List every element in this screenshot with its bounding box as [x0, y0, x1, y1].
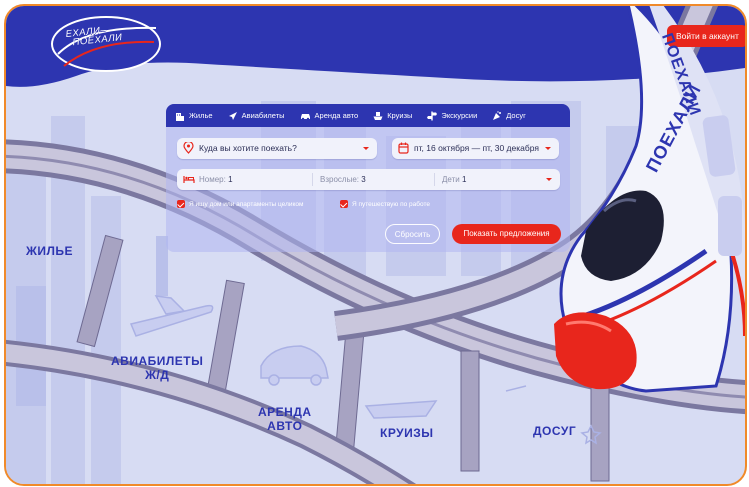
checkbox-checked-icon	[340, 200, 348, 208]
search-tabs: Жилье Авиабилеты Аренда авто Круизы Экск…	[166, 104, 570, 127]
tab-excursions-label: Экскурсии	[441, 111, 478, 120]
adults-value: 3	[361, 175, 366, 184]
chevron-down-icon	[546, 178, 552, 181]
checkbox-checked-icon	[177, 200, 185, 208]
entire-home-checkbox[interactable]: Я ищу дом или апартаменты целиком	[177, 200, 304, 208]
children-segment[interactable]: Дети 1	[442, 169, 466, 190]
category-flights-line1: АВИАБИЛЕТЫ	[111, 354, 204, 368]
destination-placeholder: Куда вы хотите поехать?	[199, 143, 297, 153]
dates-input[interactable]: пт, 16 октября — пт, 30 декабря	[392, 138, 559, 159]
rooms-label: Номер:	[199, 175, 226, 184]
dates-value: пт, 16 октября — пт, 30 декабря	[414, 143, 539, 153]
party-popper-icon	[493, 110, 502, 120]
map-pin-icon	[183, 142, 194, 154]
chevron-down-icon	[363, 147, 369, 150]
tab-flights[interactable]: Авиабилеты	[228, 111, 285, 121]
signpost-icon	[427, 111, 438, 120]
airplane-icon	[228, 111, 237, 120]
divider	[434, 173, 435, 186]
business-trip-label: Я путешествую по работе	[352, 200, 430, 208]
category-flights-line2: Ж/Д	[145, 368, 170, 382]
adults-label: Взрослые:	[320, 175, 359, 184]
adults-segment[interactable]: Взрослые: 3	[320, 169, 366, 190]
page-frame: ЕХАЛИ– ПОЕХАЛИ Войти в аккаунт Жилье Ави…	[4, 4, 747, 486]
tab-housing-label: Жилье	[189, 111, 213, 120]
destination-input[interactable]: Куда вы хотите поехать?	[177, 138, 377, 159]
tab-flights-label: Авиабилеты	[241, 111, 285, 120]
tab-cruises-label: Круизы	[387, 111, 413, 120]
category-housing[interactable]: ЖИЛЬЕ	[26, 244, 73, 258]
tab-housing[interactable]: Жилье	[175, 111, 213, 121]
category-cruises[interactable]: КРУИЗЫ	[380, 426, 434, 440]
search-panel: Жилье Авиабилеты Аренда авто Круизы Экск…	[166, 104, 570, 252]
business-trip-checkbox[interactable]: Я путешествую по работе	[340, 200, 430, 208]
chevron-down-icon	[545, 147, 551, 150]
tab-excursions[interactable]: Экскурсии	[427, 111, 477, 121]
tab-car-rental-label: Аренда авто	[314, 111, 359, 120]
bed-icon	[183, 176, 195, 183]
building-icon	[176, 112, 184, 121]
login-button[interactable]: Войти в аккаунт	[667, 25, 745, 47]
category-car-line2: АВТО	[267, 419, 303, 433]
category-leisure[interactable]: ДОСУГ	[533, 424, 576, 438]
children-label: Дети	[442, 175, 460, 184]
category-car-rental[interactable]: АРЕНДА АВТО	[258, 405, 312, 433]
tab-cruises[interactable]: Круизы	[373, 111, 412, 121]
tab-car-rental[interactable]: Аренда авто	[300, 111, 359, 121]
tab-leisure-label: Досуг	[506, 111, 526, 120]
rooms-value: 1	[228, 175, 233, 184]
ship-icon	[373, 111, 383, 120]
tab-leisure[interactable]: Досуг	[492, 110, 526, 121]
car-icon	[300, 113, 310, 120]
category-car-line1: АРЕНДА	[258, 405, 312, 419]
reset-button[interactable]: Сбросить	[385, 224, 440, 244]
show-offers-button[interactable]: Показать предложения	[452, 224, 561, 244]
entire-home-label: Я ищу дом или апартаменты целиком	[189, 200, 304, 208]
rooms-segment[interactable]: Номер: 1	[199, 169, 233, 190]
guests-input[interactable]: Номер: 1 Взрослые: 3 Дети 1	[177, 169, 560, 190]
divider	[312, 173, 313, 186]
calendar-icon	[398, 142, 409, 154]
category-flights[interactable]: АВИАБИЛЕТЫ Ж/Д	[111, 354, 203, 382]
children-value: 1	[461, 175, 467, 184]
